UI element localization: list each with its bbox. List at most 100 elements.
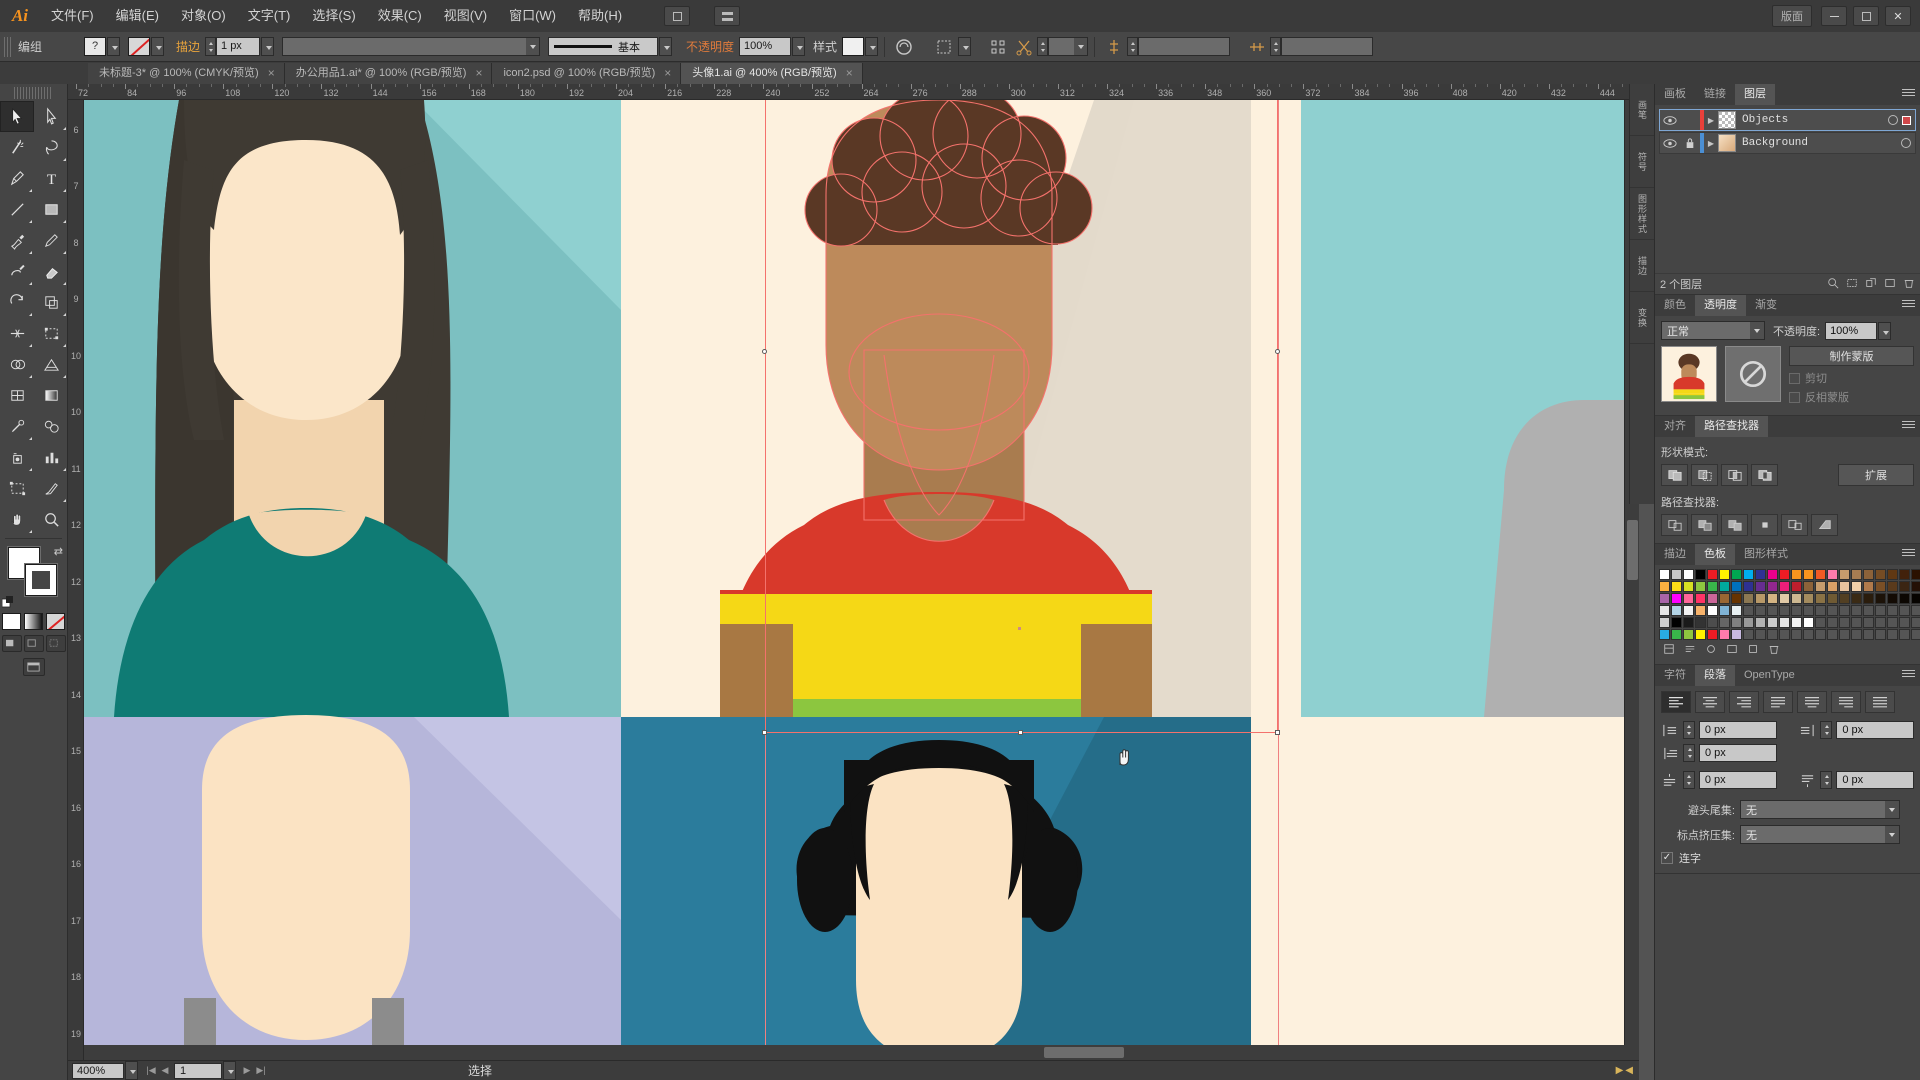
- tab-paragraph[interactable]: 段落: [1695, 665, 1735, 686]
- status-arrow-left[interactable]: ◀: [1625, 1065, 1633, 1076]
- color-swatch[interactable]: [1671, 593, 1682, 604]
- vertical-scrollbar-thumb[interactable]: [1627, 520, 1638, 580]
- color-swatch[interactable]: [1899, 581, 1910, 592]
- color-swatch[interactable]: [1659, 581, 1670, 592]
- tab-artboards[interactable]: 画板: [1655, 84, 1695, 105]
- next-artboard-button[interactable]: ▶: [240, 1063, 254, 1079]
- color-swatch[interactable]: [1875, 593, 1886, 604]
- workspace-switcher[interactable]: 版面: [1772, 5, 1812, 27]
- color-swatch[interactable]: [1719, 569, 1730, 580]
- color-swatch[interactable]: [1899, 617, 1910, 628]
- chevron-down-icon-2[interactable]: [1074, 38, 1088, 55]
- new-swatch-icon[interactable]: [1747, 643, 1759, 658]
- color-swatch[interactable]: [1743, 569, 1754, 580]
- menu-type[interactable]: 文字(T): [237, 0, 302, 32]
- document-tab-2[interactable]: 办公用品1.ai* @ 100% (RGB/预览) ×: [284, 63, 493, 84]
- menu-help[interactable]: 帮助(H): [567, 0, 633, 32]
- anchor-stepper[interactable]: [1037, 37, 1049, 56]
- color-swatch[interactable]: [1791, 593, 1802, 604]
- bbox-anchor-bottom-center[interactable]: [1018, 730, 1023, 735]
- draw-inside-button[interactable]: [45, 635, 66, 652]
- menu-window[interactable]: 窗口(W): [498, 0, 567, 32]
- burasagari-select[interactable]: 无: [1740, 825, 1900, 844]
- color-swatch[interactable]: [1911, 593, 1920, 604]
- artwork-thumbnail[interactable]: [1661, 346, 1717, 402]
- close-icon[interactable]: ×: [664, 63, 671, 84]
- tab-color[interactable]: 颜色: [1655, 295, 1695, 316]
- layer-row-objects[interactable]: ▶ Objects: [1659, 109, 1916, 131]
- layer-disclosure-triangle[interactable]: ▶: [1704, 139, 1718, 148]
- color-swatch[interactable]: [1815, 581, 1826, 592]
- color-swatch[interactable]: [1803, 629, 1814, 640]
- color-swatch[interactable]: [1719, 593, 1730, 604]
- lasso-tool[interactable]: [34, 132, 68, 163]
- window-minimize-button[interactable]: [1821, 6, 1847, 26]
- color-swatch[interactable]: [1827, 605, 1838, 616]
- color-swatch[interactable]: [1851, 581, 1862, 592]
- color-swatch[interactable]: [1707, 593, 1718, 604]
- color-swatch[interactable]: [1671, 617, 1682, 628]
- gradient-tool[interactable]: [34, 380, 68, 411]
- height-field[interactable]: [1281, 37, 1374, 56]
- zoom-tool[interactable]: [34, 504, 68, 535]
- width-field[interactable]: [1138, 37, 1231, 56]
- color-swatch[interactable]: [1803, 593, 1814, 604]
- color-swatch[interactable]: [1683, 569, 1694, 580]
- layer-disclosure-triangle[interactable]: ▶: [1704, 116, 1718, 125]
- color-swatch[interactable]: [1719, 617, 1730, 628]
- layer-target-icon[interactable]: [1888, 115, 1898, 125]
- window-maximize-button[interactable]: [1853, 6, 1879, 26]
- window-close-button[interactable]: ✕: [1885, 6, 1911, 26]
- chevron-down-icon[interactable]: [1885, 801, 1899, 818]
- color-swatch[interactable]: [1719, 605, 1730, 616]
- unite-button[interactable]: [1661, 464, 1688, 486]
- tab-layers[interactable]: 图层: [1735, 84, 1775, 105]
- space-after-stepper[interactable]: [1820, 771, 1833, 789]
- distribute-icon[interactable]: [1246, 37, 1268, 57]
- scale-tool[interactable]: [34, 287, 68, 318]
- chevron-down-icon[interactable]: [526, 38, 540, 55]
- free-transform-tool[interactable]: [34, 318, 68, 349]
- color-swatch[interactable]: [1803, 581, 1814, 592]
- color-swatch[interactable]: [1767, 605, 1778, 616]
- height-stepper[interactable]: [1270, 37, 1282, 56]
- color-swatch[interactable]: [1839, 569, 1850, 580]
- color-swatch[interactable]: [1887, 629, 1898, 640]
- color-swatch[interactable]: [1707, 605, 1718, 616]
- color-swatch[interactable]: [1839, 629, 1850, 640]
- delete-layer-icon[interactable]: [1903, 277, 1915, 292]
- color-swatch[interactable]: [1671, 581, 1682, 592]
- stroke-color-dropdown[interactable]: [151, 37, 164, 56]
- color-swatch[interactable]: [1863, 569, 1874, 580]
- horizontal-ruler[interactable]: 72 84 96 108 120 132 144 156 168 180 192 204 216 228 2…: [68, 84, 1639, 100]
- color-swatch[interactable]: [1695, 593, 1706, 604]
- color-swatch[interactable]: [1815, 617, 1826, 628]
- swatch-options-icon[interactable]: [1705, 643, 1717, 658]
- color-swatch[interactable]: [1695, 581, 1706, 592]
- blend-tool[interactable]: [34, 411, 68, 442]
- color-swatch[interactable]: [1755, 569, 1766, 580]
- tab-align[interactable]: 对齐: [1655, 416, 1695, 437]
- brush-definition-dropdown[interactable]: [659, 37, 673, 56]
- direct-selection-tool[interactable]: [34, 101, 68, 132]
- blob-brush-tool[interactable]: [0, 256, 34, 287]
- color-swatch[interactable]: [1767, 593, 1778, 604]
- screen-mode-button[interactable]: [0, 658, 67, 676]
- type-tool[interactable]: T: [34, 163, 68, 194]
- fill-color-dropdown[interactable]: [107, 37, 120, 56]
- chevron-down-icon[interactable]: [1750, 322, 1764, 339]
- tab-transparency[interactable]: 透明度: [1695, 295, 1746, 316]
- trim-button[interactable]: [1691, 514, 1718, 536]
- exclude-button[interactable]: [1751, 464, 1778, 486]
- collapsed-panel-symbols[interactable]: 符号: [1630, 136, 1655, 188]
- hyphenate-row[interactable]: ✓ 连字: [1661, 850, 1914, 866]
- swatches-grid[interactable]: [1659, 569, 1920, 640]
- tab-character[interactable]: 字符: [1655, 665, 1695, 686]
- panel-menu-icon[interactable]: [1902, 300, 1915, 311]
- color-swatch[interactable]: [1731, 605, 1742, 616]
- prev-artboard-button[interactable]: ◀: [158, 1063, 172, 1079]
- opacity-label[interactable]: 不透明度: [686, 38, 734, 55]
- status-text[interactable]: 选择: [468, 1062, 492, 1079]
- symbol-sprayer-tool[interactable]: [0, 442, 34, 473]
- color-swatch[interactable]: [1887, 581, 1898, 592]
